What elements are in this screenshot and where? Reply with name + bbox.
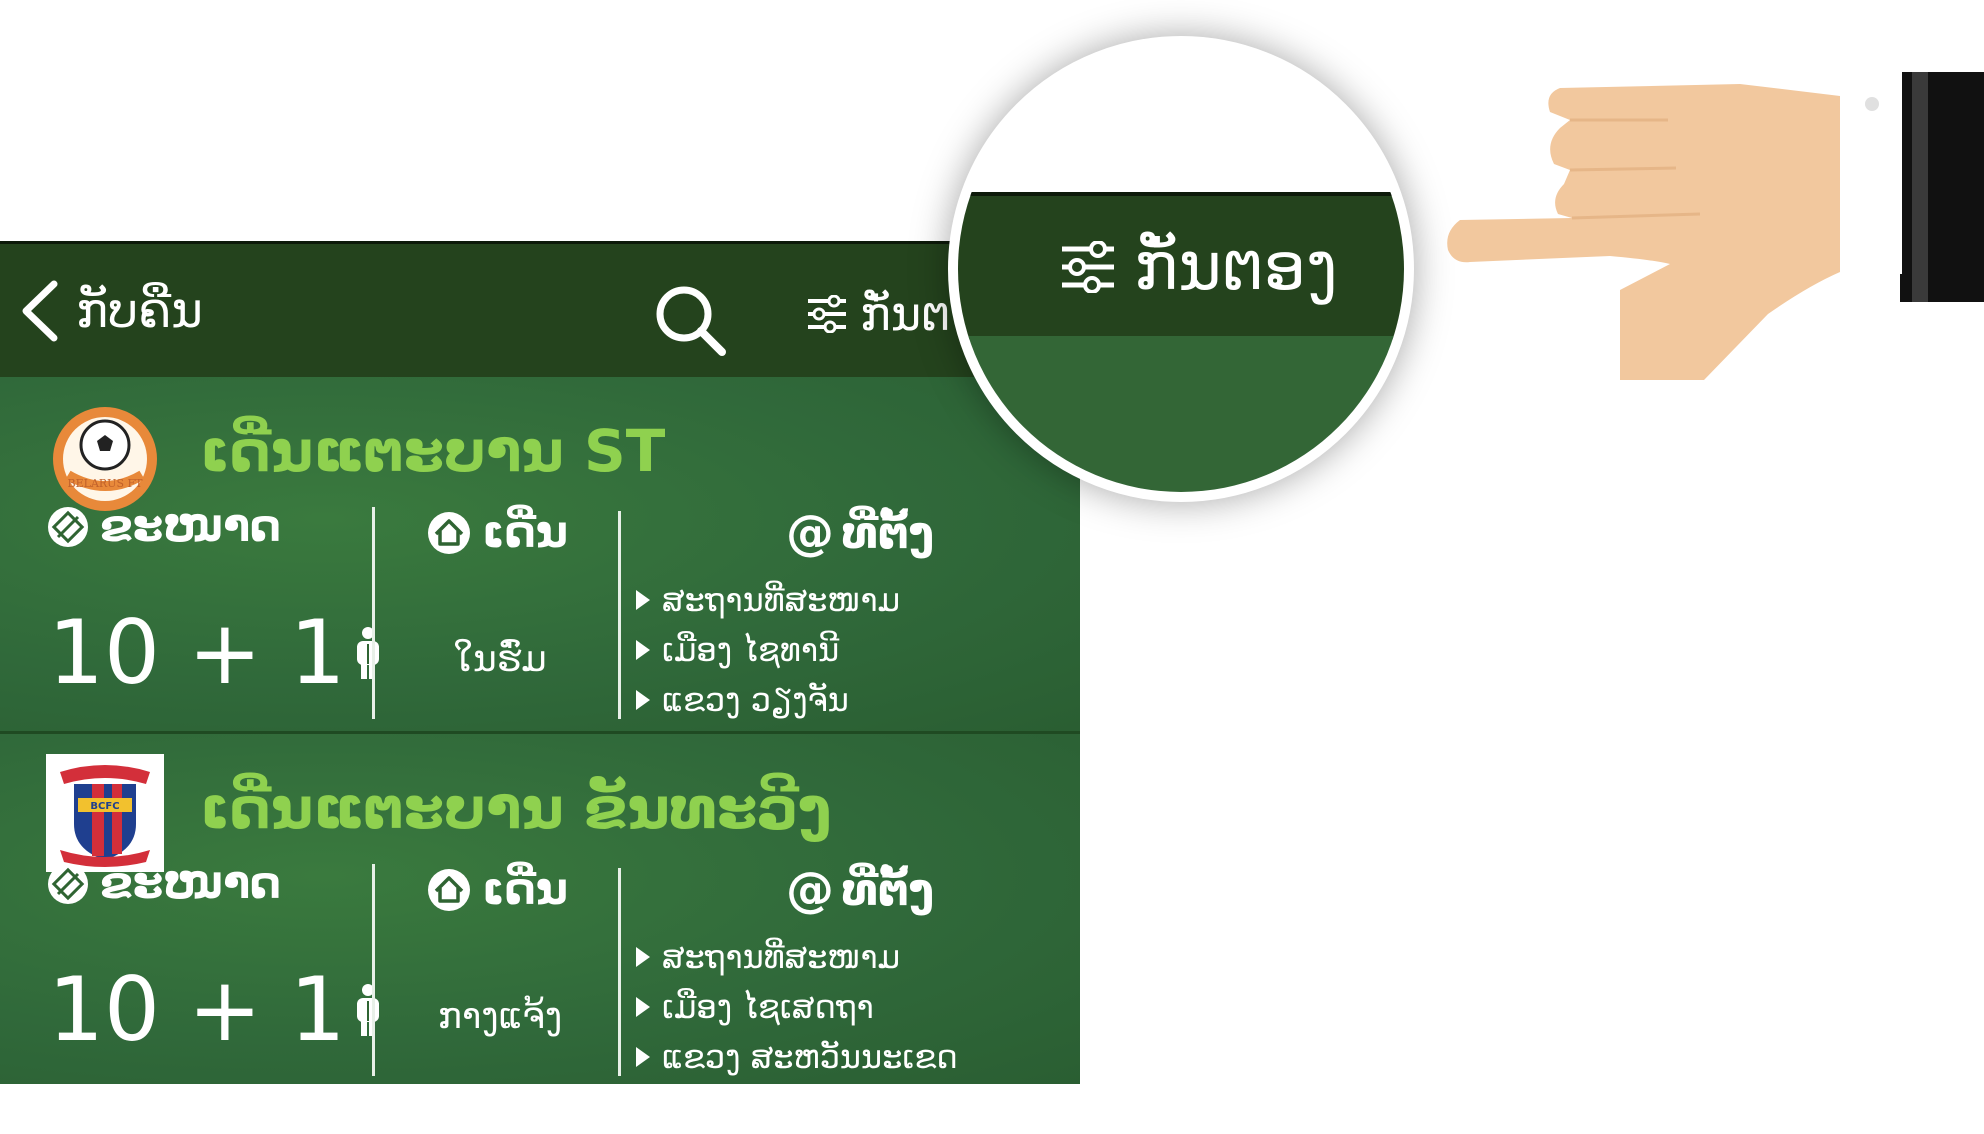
chevron-left-icon xyxy=(22,280,58,342)
location-item: ເມືອງ ໄຊເສດຖາ xyxy=(636,982,958,1032)
filter-button[interactable]: ກັ່ນຕ xyxy=(806,284,951,344)
home-icon xyxy=(428,511,470,554)
magnifier-background xyxy=(958,46,1404,194)
person-icon xyxy=(356,626,379,679)
filter-label: ກັ່ນຕ xyxy=(860,287,951,341)
location-header: @ ທີ່ຕັ້ງ xyxy=(786,505,934,561)
field-label: ເດີ່ນ xyxy=(482,507,568,558)
field-type: ກາງແຈ້ງ xyxy=(437,996,563,1037)
top-bar: ກັບຄືນ ກັ່ນຕ xyxy=(0,241,1080,378)
field-card[interactable]: BCFC ເດີ່ນແຕະບານ ຂັນທະວີງ ຂະໜາດ 10 + 1 ເ… xyxy=(0,734,1080,1084)
soccer-field-icon xyxy=(48,506,88,547)
size-label: ຂະໜາດ xyxy=(100,501,282,552)
size-value: 10 + 1 xyxy=(48,601,382,704)
person-icon xyxy=(356,983,379,1036)
team-logo: BELARUS FT xyxy=(53,407,157,511)
size-header: ຂະໜາດ xyxy=(46,501,281,552)
field-title: ເດີ່ນແຕະບານ ຂັນທະວີງ xyxy=(200,774,832,842)
size-label: ຂະໜາດ xyxy=(100,858,282,909)
magnifier-callout: ກັ່ນຕອງ xyxy=(948,36,1414,502)
location-item: ສະຖານທີ່ສະໜາມ xyxy=(636,932,958,982)
pointing-hand-icon xyxy=(1447,64,1984,380)
search-icon[interactable] xyxy=(650,280,730,360)
logo-text: BCFC xyxy=(90,801,119,812)
triangle-icon xyxy=(636,640,650,660)
field-title: ເດີ່ນແຕະບານ ST xyxy=(200,417,666,485)
magnifier-view: ກັ່ນຕອງ xyxy=(958,46,1404,492)
divider xyxy=(618,868,621,1076)
location-list: ສະຖານທີ່ສະໜາມ ເມືອງ ໄຊເສດຖາ ແຂວງ ສະຫວັນນ… xyxy=(636,932,958,1082)
location-item: ແຂວງ ສະຫວັນນະເຂດ xyxy=(636,1032,958,1082)
logo-text: BELARUS FT xyxy=(68,477,144,490)
triangle-icon xyxy=(636,690,650,710)
divider xyxy=(372,507,375,719)
triangle-icon xyxy=(636,947,650,967)
location-item: ເມືອງ ໄຊທານີ xyxy=(636,625,900,675)
triangle-icon xyxy=(636,590,650,610)
magnified-content xyxy=(958,336,1404,492)
location-header: @ ທີ່ຕັ້ງ xyxy=(786,862,934,918)
size-value: 10 + 1 xyxy=(48,958,382,1061)
magnified-filter-button[interactable]: ກັ່ນຕອງ xyxy=(1060,228,1338,305)
magnified-filter-label: ກັ່ນຕອງ xyxy=(1134,228,1338,305)
back-button[interactable]: ກັບຄືນ xyxy=(18,280,203,342)
field-header: ເດີ່ນ xyxy=(426,507,568,558)
home-icon xyxy=(428,868,470,911)
size-number: 10 + 1 xyxy=(48,958,346,1061)
field-label: ເດີ່ນ xyxy=(482,864,568,915)
at-icon: @ xyxy=(786,862,834,918)
location-label: ທີ່ຕັ້ງ xyxy=(842,507,935,559)
back-label: ກັບຄືນ xyxy=(76,283,203,339)
sliders-icon xyxy=(808,295,846,333)
divider xyxy=(618,511,621,719)
app-screen: ກັບຄືນ ກັ່ນຕ BELARUS FT ເດີ່ນແຕະບານ ST ຂ… xyxy=(0,241,1080,1084)
size-header: ຂະໜາດ xyxy=(46,858,281,909)
divider xyxy=(372,864,375,1076)
field-header: ເດີ່ນ xyxy=(426,864,568,915)
triangle-icon xyxy=(636,997,650,1017)
at-icon: @ xyxy=(786,505,834,561)
location-list: ສະຖານທີ່ສະໜາມ ເມືອງ ໄຊທານີ ແຂວງ ວຽງຈັນ xyxy=(636,575,900,725)
soccer-field-icon xyxy=(48,863,88,904)
sliders-icon xyxy=(1062,240,1114,293)
triangle-icon xyxy=(636,1047,650,1067)
field-card[interactable]: BELARUS FT ເດີ່ນແຕະບານ ST ຂະໜາດ 10 + 1 ເ… xyxy=(0,377,1080,734)
size-number: 10 + 1 xyxy=(48,601,346,704)
location-item: ສະຖານທີ່ສະໜາມ xyxy=(636,575,900,625)
location-item: ແຂວງ ວຽງຈັນ xyxy=(636,675,900,725)
team-logo: BCFC xyxy=(46,754,164,872)
field-type: ໃນຮົ່ມ xyxy=(453,639,547,680)
location-label: ທີ່ຕັ້ງ xyxy=(842,864,935,916)
